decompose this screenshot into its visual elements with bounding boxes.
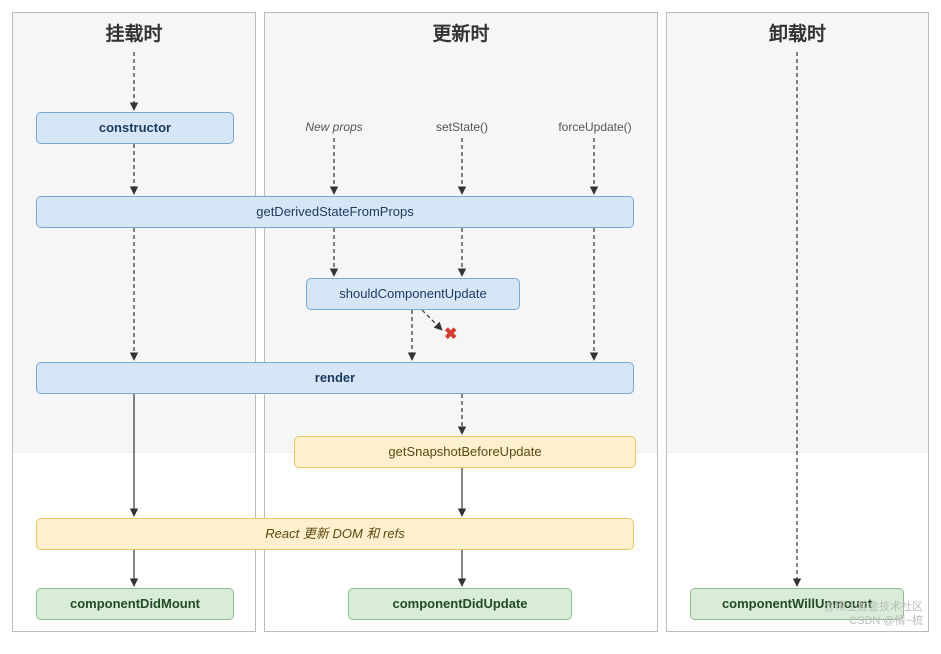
trigger-forceupdate: forceUpdate()	[550, 120, 640, 134]
col-title-unmount: 卸载时	[667, 19, 928, 46]
box-get-derived-state-from-props: getDerivedStateFromProps	[36, 196, 634, 228]
box-react-update-dom: React 更新 DOM 和 refs	[36, 518, 634, 550]
col-title-update: 更新时	[265, 19, 657, 46]
box-component-did-mount: componentDidMount	[36, 588, 234, 620]
col-title-mount: 挂载时	[13, 19, 255, 46]
box-component-did-update: componentDidUpdate	[348, 588, 572, 620]
scu-false-x-icon: ✖	[444, 324, 457, 344]
trigger-new-props: New props	[294, 120, 374, 134]
panel-unmount: 卸载时	[666, 12, 929, 632]
box-render: render	[36, 362, 634, 394]
watermark-2: CSDN @情~梳	[849, 612, 923, 628]
box-constructor: constructor	[36, 112, 234, 144]
lifecycle-diagram: 挂载时 更新时 卸载时 New props setState() forceUp…	[12, 12, 929, 632]
box-get-snapshot-before-update: getSnapshotBeforeUpdate	[294, 436, 636, 468]
trigger-setstate: setState()	[422, 120, 502, 134]
box-should-component-update: shouldComponentUpdate	[306, 278, 520, 310]
